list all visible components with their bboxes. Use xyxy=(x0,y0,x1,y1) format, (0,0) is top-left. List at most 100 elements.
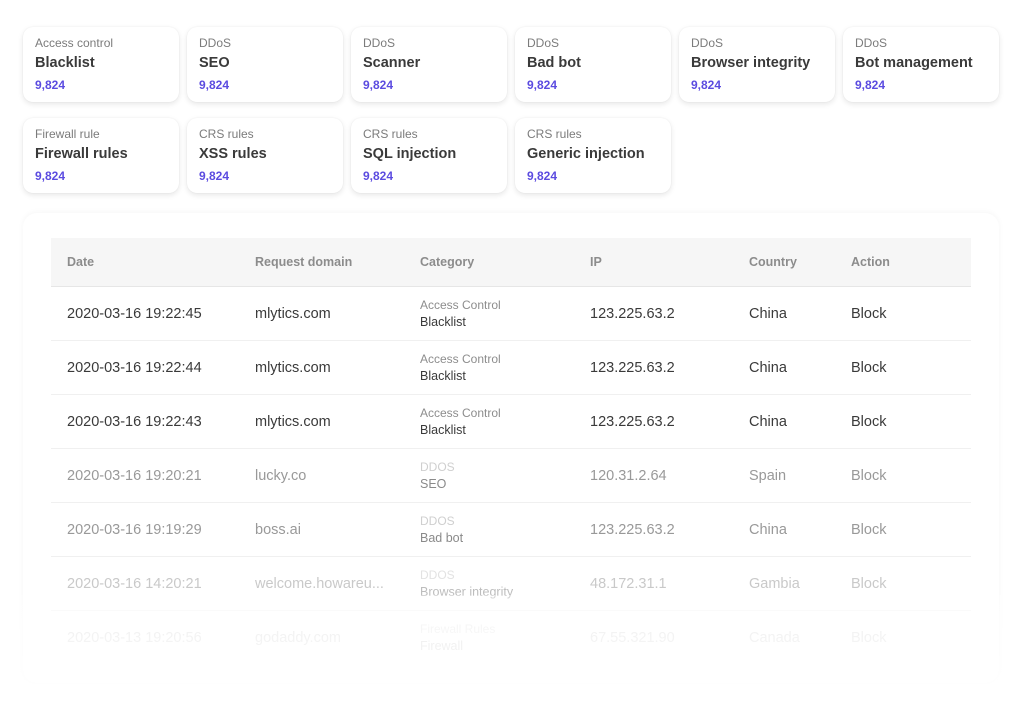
category-label: Firewall Rules xyxy=(420,621,496,636)
column-header-country[interactable]: Country xyxy=(733,238,835,287)
cell-action: Block xyxy=(835,394,971,449)
card-count: 9,824 xyxy=(199,169,230,183)
table-row[interactable]: 2020-03-16 19:22:44 mlytics.com Access C… xyxy=(51,340,971,395)
cell-ip: 123.225.63.2 xyxy=(574,502,733,557)
rule-card-firewall-rules[interactable]: Firewall rule Firewall rules 9,824 xyxy=(23,118,179,193)
card-count: 9,824 xyxy=(527,78,558,92)
cell-date: 2020-03-16 19:22:44 xyxy=(51,340,239,395)
cell-action: Block xyxy=(835,286,971,341)
column-header-date[interactable]: Date xyxy=(51,238,239,287)
category-label: Access Control xyxy=(420,351,501,366)
category-label: Access Control xyxy=(420,405,501,420)
category-label: DDOS xyxy=(420,513,455,528)
card-title: SQL injection xyxy=(363,146,457,162)
subcategory-label: Firewall xyxy=(420,638,464,653)
cell-country: China xyxy=(733,286,835,341)
cell-country: Spain xyxy=(733,448,835,503)
cell-category: DDOS SEO xyxy=(404,448,574,503)
cell-category: Access Control Blacklist xyxy=(404,340,574,395)
table-row[interactable]: 2020-03-16 19:20:21 lucky.co DDOS SEO 12… xyxy=(51,448,971,503)
cell-domain: mlytics.com xyxy=(239,286,404,341)
card-title: SEO xyxy=(199,55,230,71)
cell-ip: 48.172.31.1 xyxy=(574,556,733,611)
cell-action: Block xyxy=(835,502,971,557)
card-title: Bad bot xyxy=(527,55,581,71)
card-category: DDoS xyxy=(691,36,724,50)
table-row[interactable]: 2020-03-16 19:22:45 mlytics.com Access C… xyxy=(51,286,971,341)
cell-category: DDOS Bad bot xyxy=(404,502,574,557)
cell-country: Gambia xyxy=(733,556,835,611)
rule-card-bad-bot[interactable]: DDoS Bad bot 9,824 xyxy=(515,27,671,102)
category-label: Access Control xyxy=(420,297,501,312)
subcategory-label: Blacklist xyxy=(420,314,466,329)
request-log-table: Date Request domain Category IP Country … xyxy=(51,238,971,664)
subcategory-label: Browser integrity xyxy=(420,584,514,599)
cell-ip: 67.55.321.90 xyxy=(590,629,675,646)
cell-category: Access Control Blacklist xyxy=(404,394,574,449)
card-category: Access control xyxy=(35,36,114,50)
request-log-panel: Date Request domain Category IP Country … xyxy=(23,213,999,683)
card-title: Blacklist xyxy=(35,55,95,71)
card-title: Bot management xyxy=(855,55,973,71)
rule-card-generic-injection[interactable]: CRS rules Generic injection 9,824 xyxy=(515,118,671,193)
card-category: Firewall rule xyxy=(35,127,100,141)
rule-card-bot-management[interactable]: DDoS Bot management 9,824 xyxy=(843,27,999,102)
cell-country: China xyxy=(733,502,835,557)
cell-date: 2020-03-13 19:20:56 xyxy=(67,629,202,646)
subcategory-label: SEO xyxy=(420,476,447,491)
card-category: CRS rules xyxy=(527,127,582,141)
cell-domain: lucky.co xyxy=(239,448,404,503)
category-label: DDOS xyxy=(420,567,455,582)
card-title: Scanner xyxy=(363,55,421,71)
cell-domain: godaddy.com xyxy=(255,629,341,646)
cell-country: Canada xyxy=(749,629,800,646)
card-count: 9,824 xyxy=(363,169,394,183)
column-header-ip[interactable]: IP xyxy=(574,238,733,287)
table-header-row: Date Request domain Category IP Country … xyxy=(51,238,971,287)
subcategory-label: Blacklist xyxy=(420,368,466,383)
rule-card-seo[interactable]: DDoS SEO 9,824 xyxy=(187,27,343,102)
table-row[interactable]: 2020-03-16 14:20:21 welcome.howareu... D… xyxy=(51,556,971,611)
cell-date: 2020-03-16 19:19:29 xyxy=(51,502,239,557)
card-category: CRS rules xyxy=(199,127,254,141)
column-header-category[interactable]: Category xyxy=(404,238,574,287)
subcategory-label: Blacklist xyxy=(420,422,466,437)
cell-ip: 123.225.63.2 xyxy=(574,286,733,341)
card-category: DDoS xyxy=(855,36,888,50)
rule-card-xss-rules[interactable]: CRS rules XSS rules 9,824 xyxy=(187,118,343,193)
column-header-action[interactable]: Action xyxy=(835,238,971,287)
cell-category: DDOS Browser integrity xyxy=(404,556,574,611)
rule-card-browser-integrity[interactable]: DDoS Browser integrity 9,824 xyxy=(679,27,835,102)
table-row[interactable]: 2020-03-16 19:19:29 boss.ai DDOS Bad bot… xyxy=(51,502,971,557)
category-label: DDOS xyxy=(420,459,455,474)
card-count: 9,824 xyxy=(35,169,66,183)
card-count: 9,824 xyxy=(199,78,230,92)
column-header-request-domain[interactable]: Request domain xyxy=(239,238,404,287)
cell-category: Firewall Rules Firewall xyxy=(404,611,574,665)
cell-action: Block xyxy=(835,448,971,503)
card-count: 9,824 xyxy=(363,78,394,92)
table-row[interactable]: 2020-03-13 19:20:56 godaddy.com Firewall… xyxy=(51,611,971,665)
card-category: CRS rules xyxy=(363,127,418,141)
table-row[interactable]: 2020-03-16 19:22:43 mlytics.com Access C… xyxy=(51,394,971,449)
rule-card-sql-injection[interactable]: CRS rules SQL injection 9,824 xyxy=(351,118,507,193)
cell-ip: 120.31.2.64 xyxy=(574,448,733,503)
card-category: DDoS xyxy=(527,36,560,50)
card-title: Firewall rules xyxy=(35,146,128,162)
cell-action: Block xyxy=(851,629,887,646)
card-count: 9,824 xyxy=(691,78,722,92)
cell-country: China xyxy=(733,394,835,449)
card-category: DDoS xyxy=(363,36,396,50)
cell-domain: mlytics.com xyxy=(239,340,404,395)
card-category: DDoS xyxy=(199,36,232,50)
cell-category: Access Control Blacklist xyxy=(404,286,574,341)
cell-country: China xyxy=(733,340,835,395)
cell-action: Block xyxy=(835,340,971,395)
rule-card-scanner[interactable]: DDoS Scanner 9,824 xyxy=(351,27,507,102)
card-title: XSS rules xyxy=(199,146,267,162)
card-count: 9,824 xyxy=(855,78,886,92)
subcategory-label: Bad bot xyxy=(420,530,464,545)
cell-ip: 123.225.63.2 xyxy=(574,394,733,449)
rule-card-blacklist[interactable]: Access control Blacklist 9,824 xyxy=(23,27,179,102)
cell-domain: boss.ai xyxy=(239,502,404,557)
